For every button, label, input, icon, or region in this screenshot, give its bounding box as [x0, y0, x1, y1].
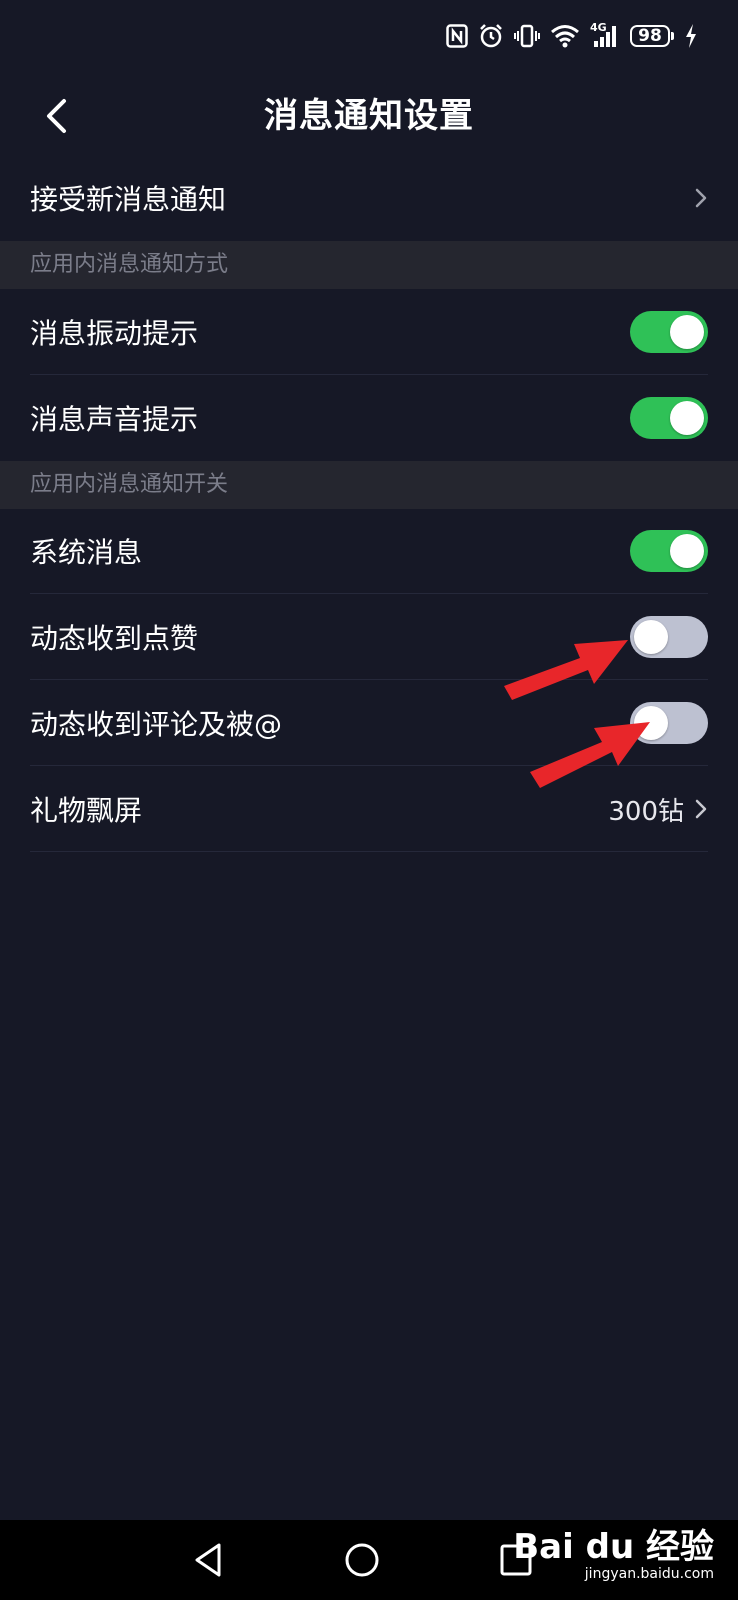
chevron-right-icon	[694, 798, 708, 820]
sound-row: 消息声音提示	[30, 375, 708, 461]
gift-float-row[interactable]: 礼物飘屏 300钻	[30, 766, 708, 852]
accept-new-notifications-label: 接受新消息通知	[30, 183, 227, 216]
system-messages-label: 系统消息	[30, 536, 143, 569]
signal-4g-icon: 4G	[590, 21, 620, 49]
comments-toggle[interactable]	[630, 702, 708, 744]
likes-toggle[interactable]	[630, 616, 708, 658]
triangle-back-icon	[195, 1543, 221, 1577]
gift-float-value-group: 300钻	[608, 791, 708, 828]
vibrate-toggle[interactable]	[630, 311, 708, 353]
toggle-knob	[670, 315, 704, 349]
battery-indicator: 98	[630, 25, 674, 47]
gift-float-label: 礼物飘屏	[30, 794, 143, 827]
comments-row: 动态收到评论及被@	[30, 680, 708, 766]
sound-label: 消息声音提示	[30, 403, 199, 436]
section-title-method: 应用内消息通知方式	[30, 252, 229, 277]
circle-home-icon	[345, 1543, 379, 1577]
watermark-logo: Bai du 经验	[513, 1527, 714, 1567]
section-header-method: 应用内消息通知方式	[0, 241, 738, 289]
sound-toggle[interactable]	[630, 397, 708, 439]
section-header-switch: 应用内消息通知开关	[0, 461, 738, 509]
system-messages-row: 系统消息	[30, 508, 708, 594]
system-messages-toggle[interactable]	[630, 530, 708, 572]
vibrate-icon	[514, 23, 540, 49]
vibrate-label: 消息振动提示	[30, 317, 199, 350]
status-bar: 4G 98	[446, 18, 698, 54]
battery-level: 98	[638, 26, 662, 46]
nav-back-button[interactable]	[186, 1538, 230, 1582]
system-nav-bar: Bai du 经验 jingyan.baidu.com	[0, 1520, 738, 1600]
toggle-knob	[634, 706, 668, 740]
toggle-knob	[670, 534, 704, 568]
likes-label: 动态收到点赞	[30, 622, 199, 655]
likes-row: 动态收到点赞	[30, 594, 708, 680]
accept-new-notifications-row[interactable]: 接受新消息通知	[30, 155, 708, 241]
baidu-watermark: Bai du 经验 jingyan.baidu.com	[513, 1528, 714, 1582]
page-title: 消息通知设置	[264, 96, 474, 136]
vibrate-row: 消息振动提示	[30, 289, 708, 375]
charging-icon	[684, 23, 698, 49]
nav-home-button[interactable]	[340, 1538, 384, 1582]
network-label: 4G	[590, 21, 607, 34]
chevron-right-icon	[694, 187, 708, 209]
gift-float-value: 300钻	[608, 796, 684, 827]
comments-label: 动态收到评论及被@	[30, 708, 283, 741]
nfc-icon	[446, 24, 468, 48]
toggle-knob	[670, 401, 704, 435]
watermark-url: jingyan.baidu.com	[584, 1566, 714, 1582]
toggle-knob	[634, 620, 668, 654]
alarm-icon	[478, 23, 504, 49]
section-title-switch: 应用内消息通知开关	[30, 472, 229, 497]
screen: 4G 98 消息通知设置 接受新消息通知 应用内消息通知方式 消息振动提示 消息…	[0, 0, 738, 1600]
header: 消息通知设置	[0, 80, 738, 152]
wifi-icon	[550, 24, 580, 48]
